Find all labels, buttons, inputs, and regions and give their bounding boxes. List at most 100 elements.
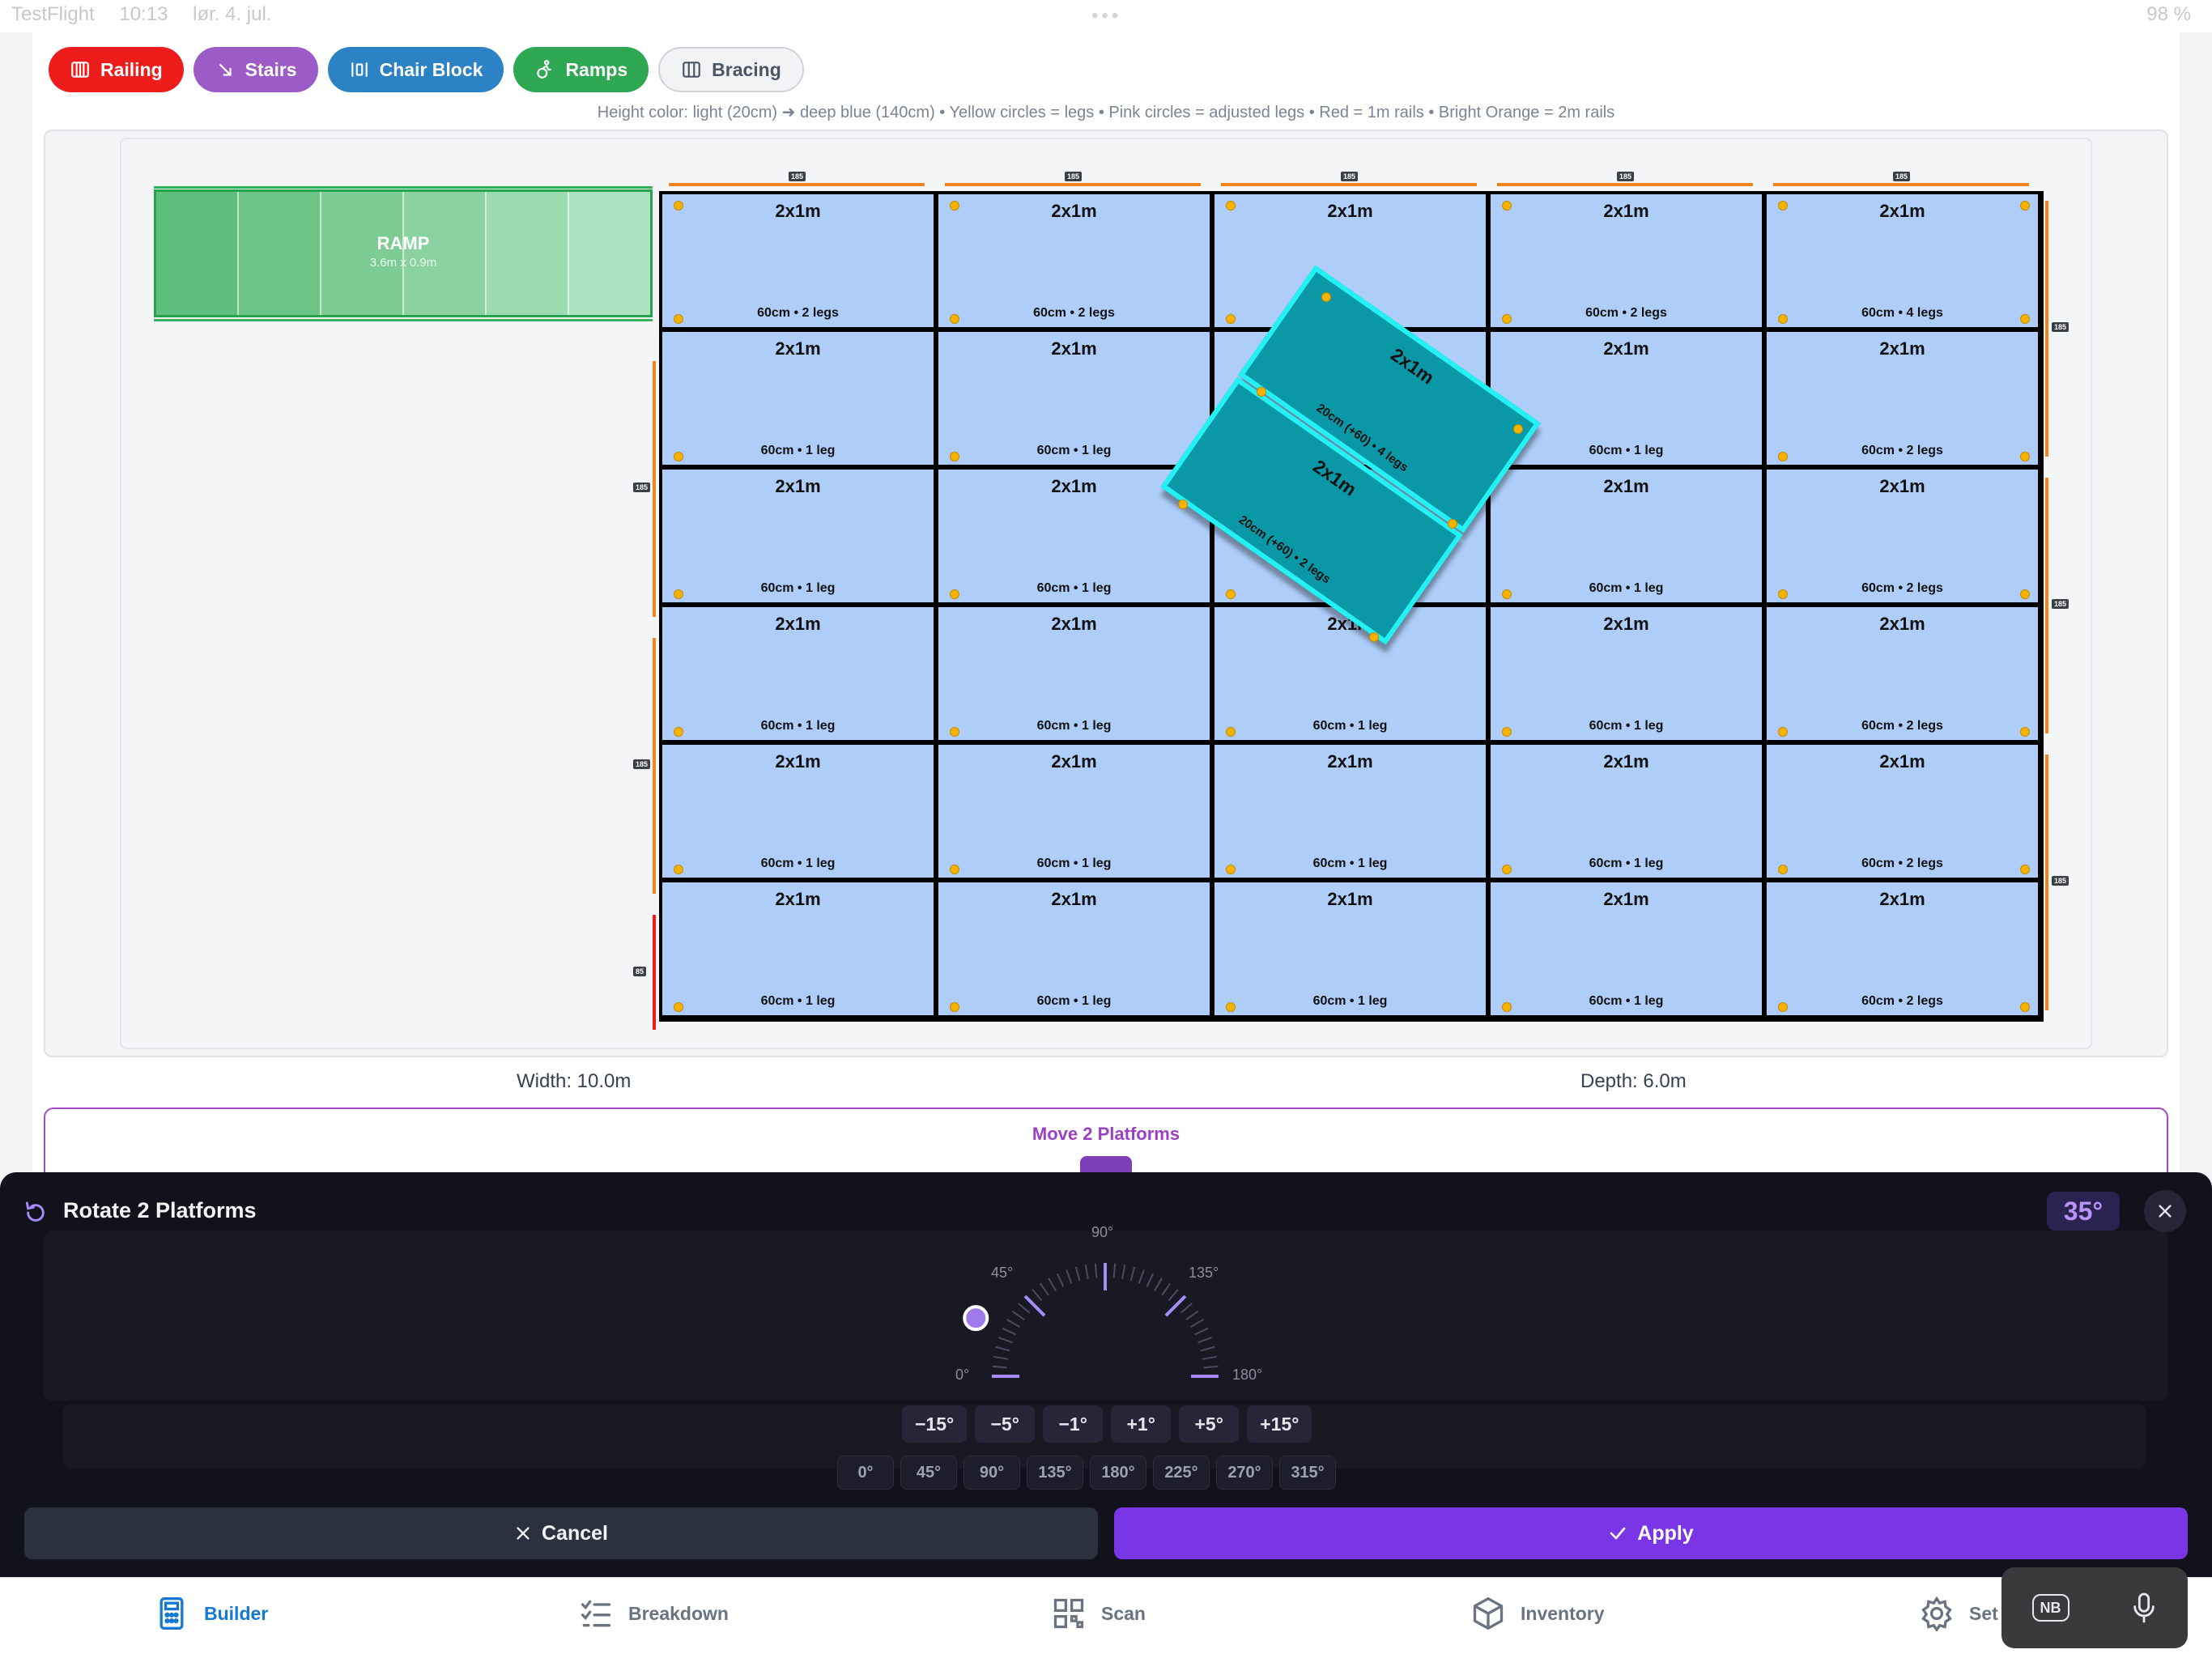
dial-tick bbox=[1129, 1266, 1136, 1282]
platform-spec: 60cm • 2 legs bbox=[1861, 581, 1943, 595]
rail-2m[interactable] bbox=[653, 361, 656, 617]
platform-tile[interactable]: 2x1m 60cm • 1 leg bbox=[1214, 607, 1486, 740]
platform-tile[interactable]: 2x1m 60cm • 1 leg bbox=[938, 745, 1210, 878]
leg-marker bbox=[2020, 452, 2030, 461]
rotate-plus-1-button[interactable]: +1° bbox=[1111, 1405, 1172, 1443]
height-color-legend: Height color: light (20cm) ➜ deep blue (… bbox=[597, 104, 1615, 121]
preset-90-button[interactable]: 90° bbox=[963, 1456, 1020, 1490]
platform-title: 2x1m bbox=[1879, 614, 1925, 634]
rail-2m[interactable] bbox=[945, 183, 1201, 186]
rotate-plus-15-button[interactable]: +15° bbox=[1247, 1405, 1312, 1443]
bracing-button[interactable]: Bracing bbox=[658, 47, 804, 92]
rail-2m[interactable] bbox=[669, 183, 925, 186]
multitasking-dots[interactable]: ••• bbox=[1091, 5, 1121, 28]
platform-tile[interactable]: 2x1m 60cm • 1 leg bbox=[662, 607, 934, 740]
rail-2m[interactable] bbox=[653, 638, 656, 894]
back-to-app-link[interactable]: TestFlight bbox=[11, 3, 95, 25]
rail-2m[interactable] bbox=[2045, 478, 2048, 733]
dial-label-180: 180° bbox=[1232, 1367, 1263, 1383]
platform-spec: 60cm • 4 legs bbox=[1861, 306, 1943, 320]
rail-2m[interactable] bbox=[2045, 755, 2048, 1010]
checklist-icon bbox=[581, 1600, 611, 1627]
preset-315-button[interactable]: 315° bbox=[1279, 1456, 1336, 1490]
tab-breakdown[interactable]: Breakdown bbox=[578, 1596, 729, 1631]
stairs-button[interactable]: Stairs bbox=[193, 47, 318, 92]
chair-block-button[interactable]: Chair Block bbox=[327, 47, 504, 92]
platform-tile[interactable]: 2x1m 60cm • 1 leg bbox=[662, 332, 934, 465]
platform-tile[interactable]: 2x1m 60cm • 2 legs bbox=[1767, 745, 2038, 878]
leg-marker bbox=[674, 452, 683, 461]
preset-0-button[interactable]: 0° bbox=[837, 1456, 894, 1490]
tab-scan[interactable]: Scan bbox=[1051, 1596, 1146, 1631]
platform-tile[interactable]: 2x1m 60cm • 2 legs bbox=[1767, 332, 2038, 465]
rotate-minus-1-button[interactable]: −1° bbox=[1043, 1405, 1104, 1443]
tab-inventory[interactable]: Inventory bbox=[1470, 1596, 1605, 1631]
chair-block-label: Chair Block bbox=[379, 58, 483, 80]
platform-tile[interactable]: 2x1m 60cm • 2 legs bbox=[938, 194, 1210, 327]
preset-135-button[interactable]: 135° bbox=[1027, 1456, 1083, 1490]
microphone-icon[interactable] bbox=[2130, 1592, 2158, 1624]
rail-2m[interactable] bbox=[2045, 201, 2048, 457]
cancel-button[interactable]: Cancel bbox=[24, 1507, 1098, 1559]
leg-marker bbox=[1502, 589, 1512, 599]
platform-tile[interactable]: 2x1m 60cm • 2 legs bbox=[1767, 470, 2038, 602]
platform-tile[interactable]: 2x1m 60cm • 1 leg bbox=[662, 882, 934, 1015]
keyboard-language-button[interactable]: NB bbox=[2031, 1594, 2069, 1622]
platform-tile[interactable]: 2x1m 60cm • 1 leg bbox=[938, 332, 1210, 465]
platform-tile[interactable]: 2x1m 60cm • 1 leg bbox=[1491, 607, 1762, 740]
dial-knob[interactable] bbox=[963, 1305, 989, 1332]
dial-tick bbox=[1084, 1264, 1089, 1280]
leg-marker bbox=[1369, 632, 1379, 642]
rail-1m[interactable] bbox=[653, 915, 656, 1030]
platform-tile[interactable]: 2x1m 60cm • 1 leg bbox=[1491, 470, 1762, 602]
preset-270-button[interactable]: 270° bbox=[1216, 1456, 1273, 1490]
tab-builder[interactable]: Builder bbox=[154, 1596, 268, 1631]
ramps-label: Ramps bbox=[565, 58, 628, 80]
dial-tick bbox=[1094, 1263, 1098, 1278]
rail-2m[interactable] bbox=[1773, 183, 2029, 186]
angle-dial[interactable] bbox=[955, 1214, 1255, 1392]
platform-tile[interactable]: 2x1m 60cm • 1 leg bbox=[1491, 882, 1762, 1015]
platform-tile[interactable]: 2x1m 60cm • 2 legs bbox=[1767, 607, 2038, 740]
leg-marker bbox=[674, 1002, 683, 1012]
rotate-plus-5-button[interactable]: +5° bbox=[1179, 1405, 1240, 1443]
platform-spec: 60cm • 1 leg bbox=[1312, 994, 1388, 1008]
platform-tile[interactable]: 2x1m 60cm • 2 legs bbox=[1767, 882, 2038, 1015]
ramps-button[interactable]: Ramps bbox=[513, 47, 649, 92]
platform-spec: 60cm • 2 legs bbox=[757, 306, 839, 320]
close-button[interactable] bbox=[2144, 1190, 2186, 1232]
platform-spec: 60cm • 1 leg bbox=[760, 719, 836, 733]
apply-button[interactable]: Apply bbox=[1114, 1507, 2188, 1559]
tab-settings[interactable]: Set bbox=[1919, 1596, 1998, 1631]
platform-tile[interactable]: 2x1m 60cm • 1 leg bbox=[662, 745, 934, 878]
railing-button[interactable]: Railing bbox=[49, 47, 184, 92]
dial-tick bbox=[1048, 1278, 1057, 1291]
leg-marker bbox=[1778, 452, 1788, 461]
platform-tile[interactable]: 2x1m 60cm • 4 legs bbox=[1767, 194, 2038, 327]
platform-tile[interactable]: 2x1m 60cm • 1 leg bbox=[938, 882, 1210, 1015]
platform-title: 2x1m bbox=[1051, 751, 1097, 772]
rail-2m[interactable] bbox=[1221, 183, 1477, 186]
platform-tile[interactable]: 2x1m 60cm • 1 leg bbox=[1214, 745, 1486, 878]
platform-tile[interactable]: 2x1m 60cm • 1 leg bbox=[1214, 882, 1486, 1015]
platform-tile[interactable]: 2x1m 60cm • 1 leg bbox=[938, 607, 1210, 740]
rotate-minus-15-button[interactable]: −15° bbox=[902, 1405, 968, 1443]
platform-tile[interactable]: 2x1m 60cm • 1 leg bbox=[1491, 745, 1762, 878]
platform-title: 2x1m bbox=[1603, 338, 1649, 359]
rail-2m[interactable] bbox=[1497, 183, 1753, 186]
platform-spec: 60cm • 1 leg bbox=[1589, 994, 1664, 1008]
leg-marker bbox=[1226, 201, 1236, 210]
preset-225-button[interactable]: 225° bbox=[1153, 1456, 1210, 1490]
platform-tile[interactable]: 2x1m 60cm • 1 leg bbox=[662, 470, 934, 602]
platform-tile[interactable]: 2x1m 60cm • 1 leg bbox=[1491, 332, 1762, 465]
sheet-drag-handle[interactable] bbox=[1080, 1156, 1132, 1172]
preset-45-button[interactable]: 45° bbox=[900, 1456, 957, 1490]
platform-tile[interactable]: 2x1m 60cm • 2 legs bbox=[662, 194, 934, 327]
platform-tile[interactable]: 2x1m 60cm • 2 legs bbox=[1491, 194, 1762, 327]
tab-inventory-label: Inventory bbox=[1521, 1602, 1605, 1624]
platform-spec: 60cm • 1 leg bbox=[760, 994, 836, 1008]
rail-length-tag: 185 bbox=[2052, 599, 2069, 609]
rotate-minus-5-button[interactable]: −5° bbox=[975, 1405, 1036, 1443]
leg-marker bbox=[1502, 1002, 1512, 1012]
preset-180-button[interactable]: 180° bbox=[1090, 1456, 1146, 1490]
